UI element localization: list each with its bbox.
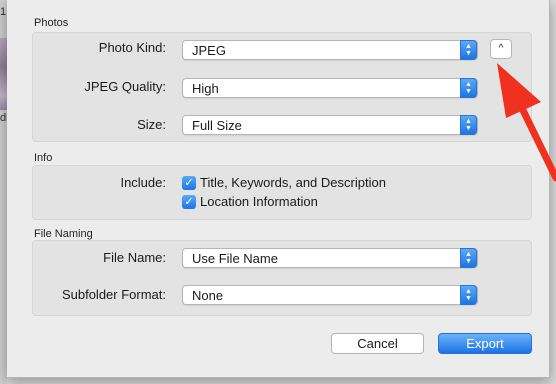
annotation-arrow-shaft: [514, 96, 556, 182]
annotation-arrow-head: [497, 63, 541, 118]
annotation-arrow: [497, 63, 556, 182]
